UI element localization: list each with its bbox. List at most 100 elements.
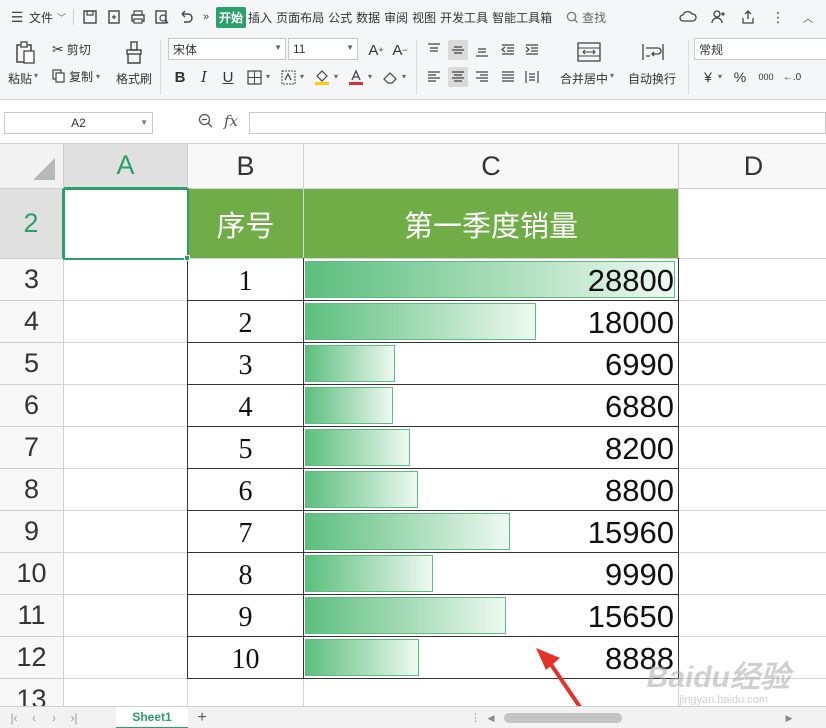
merge-center-label: 合并居中 [560, 72, 609, 86]
border-button[interactable] [244, 67, 264, 87]
align-middle-button[interactable] [448, 40, 468, 60]
first-sheet-icon[interactable]: |‹ [4, 711, 24, 725]
paste-button[interactable] [10, 40, 40, 66]
align-top-button[interactable] [424, 40, 444, 60]
chevron-down-icon: ▾ [610, 71, 615, 80]
horizontal-scrollbar[interactable]: ◀ ▶ [484, 712, 796, 724]
scroll-split-icon[interactable]: ⋮ [470, 711, 481, 724]
chevron-down-icon: ▾ [368, 72, 373, 81]
italic-button[interactable]: I [194, 67, 214, 87]
percent-symbol: % [733, 69, 747, 85]
chevron-down-icon: ▾ [718, 72, 723, 81]
increase-decimal-button[interactable]: ←.0 [782, 67, 802, 87]
copy-label: 复制 [69, 69, 94, 84]
font-size-select[interactable]: 11 ▼ [288, 38, 358, 60]
tab-developer[interactable]: 开发工具 [438, 9, 490, 26]
share-icon[interactable] [736, 5, 760, 29]
align-right-button[interactable] [472, 67, 492, 87]
zoom-formula-icon[interactable] [198, 113, 213, 131]
chevron-down-icon: ▾ [334, 72, 339, 81]
formula-input[interactable] [249, 112, 826, 134]
copy-button[interactable]: 复制 ▾ [52, 67, 100, 85]
align-left-icon [428, 71, 440, 82]
tab-review[interactable]: 审阅 [382, 9, 410, 26]
ribbon-tabs: 开始 插入 页面布局 公式 数据 审阅 视图 开发工具 智能工具箱 [216, 6, 554, 28]
decrease-font-button[interactable]: A − [390, 40, 410, 60]
tab-view[interactable]: 视图 [410, 9, 438, 26]
print-preview-icon[interactable] [150, 5, 174, 29]
save-icon[interactable] [78, 5, 102, 29]
justify-button[interactable] [498, 67, 518, 87]
increase-indent-button[interactable] [522, 40, 542, 60]
eraser-icon [383, 72, 397, 84]
divider [688, 40, 689, 94]
merge-center-button[interactable] [574, 40, 604, 64]
cloud-sync-icon[interactable] [676, 5, 700, 29]
scroll-left-icon[interactable]: ◀ [484, 712, 498, 724]
export-pdf-icon[interactable] [102, 5, 126, 29]
cell-style-button[interactable] [278, 67, 298, 87]
align-right-icon [476, 71, 488, 82]
tab-insert[interactable]: 插入 [246, 9, 274, 26]
font-color-button[interactable] [346, 67, 366, 87]
tab-data[interactable]: 数据 [354, 9, 382, 26]
chevron-down-icon: ▾ [300, 72, 305, 81]
number-format-select[interactable]: 常规 [694, 38, 826, 60]
name-box[interactable]: A2 ▼ [4, 112, 153, 134]
more-options-icon[interactable]: ⋮ [766, 5, 790, 29]
spreadsheet-grid: A B C D 2 3 4 5 6 7 8 9 10 11 12 13 序号 第… [0, 144, 826, 706]
file-menu[interactable]: ☰ 文件 ﹀ [6, 5, 69, 29]
divider [160, 40, 161, 94]
chevron-down-icon: ▾ [402, 72, 407, 81]
scroll-right-icon[interactable]: ▶ [782, 712, 796, 724]
sheet-tab-sheet1[interactable]: Sheet1 [116, 707, 188, 728]
tab-smart-toolbox[interactable]: 智能工具箱 [490, 9, 554, 26]
insert-function-button[interactable]: fx [224, 112, 238, 130]
currency-button[interactable]: ¥ [698, 67, 718, 87]
font-color-icon [349, 69, 363, 85]
decrease-indent-button[interactable] [498, 40, 518, 60]
tab-page-layout[interactable]: 页面布局 [274, 9, 326, 26]
bold-button[interactable]: B [170, 67, 190, 87]
increase-font-button[interactable]: A + [366, 40, 386, 60]
font-size-value: 11 [293, 42, 306, 56]
thousands-separator-button[interactable]: 000 [756, 67, 776, 87]
add-sheet-button[interactable]: + [192, 707, 212, 728]
scrollbar-thumb[interactable] [504, 713, 622, 723]
copy-icon [52, 69, 65, 83]
fill-color-button[interactable] [312, 67, 332, 87]
chevron-down-icon: ▾ [266, 72, 271, 81]
paint-bucket-icon [315, 70, 329, 85]
divider [73, 9, 75, 25]
watermark-brand: Baidu经验 [646, 661, 790, 694]
more-icon[interactable]: » [198, 5, 214, 29]
font-name-select[interactable]: 宋体 ▼ [168, 38, 286, 60]
last-sheet-icon[interactable]: ›| [64, 711, 84, 725]
user-icon[interactable] [706, 5, 730, 29]
align-center-button[interactable] [448, 67, 468, 87]
paintbrush-icon [126, 41, 142, 64]
prev-sheet-icon[interactable]: ‹ [24, 711, 44, 725]
collapse-ribbon-icon[interactable]: ︿ [796, 5, 820, 29]
search-label: 查找 [582, 10, 607, 25]
clear-button[interactable] [380, 67, 400, 87]
thousands-symbol: 000 [758, 72, 774, 82]
percent-button[interactable]: % [730, 67, 750, 87]
cut-button[interactable]: ✂ 剪切 [52, 40, 91, 58]
format-painter-button[interactable] [120, 40, 148, 66]
align-bottom-button[interactable] [472, 40, 492, 60]
next-sheet-icon[interactable]: › [44, 711, 64, 725]
border-icon [246, 69, 262, 85]
search-button[interactable]: 查找 [566, 9, 606, 26]
scissors-icon: ✂ [52, 40, 64, 57]
underline-button[interactable]: U [218, 67, 238, 87]
indent-icon [525, 44, 538, 55]
merge-cells-icon [577, 42, 601, 62]
undo-icon[interactable] [174, 5, 198, 29]
print-icon[interactable] [126, 5, 150, 29]
distribute-button[interactable] [522, 67, 542, 87]
align-left-button[interactable] [424, 67, 444, 87]
wrap-text-button[interactable] [638, 40, 668, 64]
tab-formulas[interactable]: 公式 [326, 9, 354, 26]
tab-home[interactable]: 开始 [216, 6, 247, 28]
